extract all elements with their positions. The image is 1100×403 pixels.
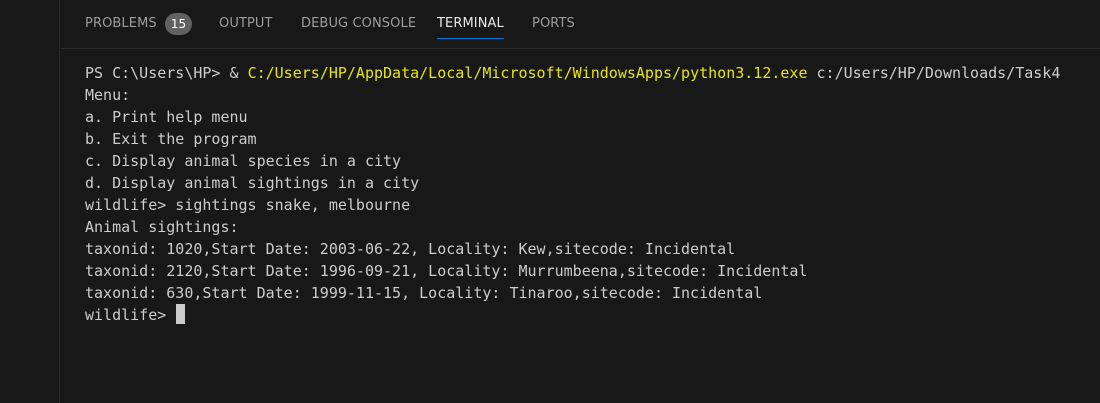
- terminal-line: c. Display animal species in a city: [85, 152, 402, 170]
- terminal-line: Menu:: [85, 86, 131, 104]
- tab-ports[interactable]: PORTS: [532, 16, 575, 31]
- terminal-input-line[interactable]: wildlife>: [85, 304, 1095, 326]
- wildlife-prompt: wildlife>: [85, 306, 176, 324]
- terminal-line: b. Exit the program: [85, 130, 257, 148]
- problems-count-badge: 15: [165, 13, 192, 35]
- editor-gutter: [0, 0, 60, 403]
- terminal-line: a. Print help menu: [85, 108, 248, 126]
- tab-debug-console[interactable]: DEBUG CONSOLE: [301, 16, 416, 31]
- terminal-output[interactable]: PS C:\Users\HP> & C:/Users/HP/AppData/Lo…: [85, 62, 1095, 326]
- tab-problems[interactable]: PROBLEMS: [85, 16, 157, 31]
- ps-prompt: PS C:\Users\HP> &: [85, 64, 248, 82]
- vscode-panel-root: PROBLEMS 15 OUTPUT DEBUG CONSOLE TERMINA…: [0, 0, 1100, 403]
- terminal-command-line: PS C:\Users\HP> & C:/Users/HP/AppData/Lo…: [85, 62, 1095, 84]
- bottom-panel: PROBLEMS 15 OUTPUT DEBUG CONSOLE TERMINA…: [61, 0, 1100, 403]
- terminal-line: taxonid: 1020,Start Date: 2003-06-22, Lo…: [85, 240, 736, 258]
- command-argument: c:/Users/HP/Downloads/Task4: [807, 64, 1061, 82]
- panel-tab-bar: PROBLEMS 15 OUTPUT DEBUG CONSOLE TERMINA…: [61, 0, 1100, 49]
- tab-output[interactable]: OUTPUT: [219, 16, 273, 31]
- terminal-line: d. Display animal sightings in a city: [85, 174, 420, 192]
- terminal-line: wildlife> sightings snake, melbourne: [85, 196, 411, 214]
- terminal-line: taxonid: 630,Start Date: 1999-11-15, Loc…: [85, 284, 763, 302]
- terminal-cursor: [176, 304, 186, 324]
- python-exe-path: C:/Users/HP/AppData/Local/Microsoft/Wind…: [247, 64, 808, 82]
- tab-terminal[interactable]: TERMINAL: [437, 16, 504, 39]
- terminal-line: taxonid: 2120,Start Date: 1996-09-21, Lo…: [85, 262, 808, 280]
- terminal-line: Animal sightings:: [85, 218, 239, 236]
